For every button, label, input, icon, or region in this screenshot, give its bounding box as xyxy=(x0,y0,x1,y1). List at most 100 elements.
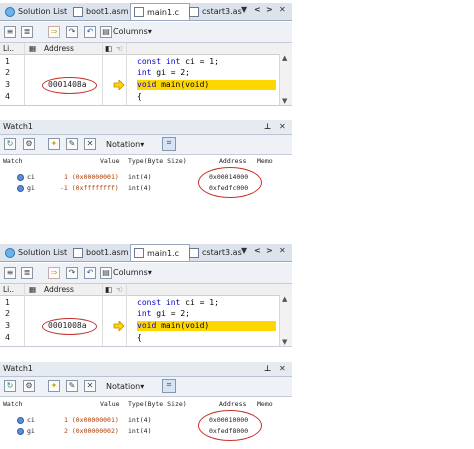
watch-title: Watch1 xyxy=(3,364,33,373)
view-mixed-icon[interactable]: ≣ xyxy=(21,267,33,279)
columns-button[interactable]: Columns▾ xyxy=(113,27,152,36)
address-annotation-circle xyxy=(198,167,262,198)
go-arrow-icon[interactable]: ⇒ xyxy=(48,26,60,38)
tab-main1-c[interactable]: main1.c xyxy=(130,3,190,20)
breakpoint-column-icon: ◧ xyxy=(105,44,113,53)
column-header-memo: Memo xyxy=(257,400,273,408)
scroll-up-icon[interactable]: ▲ xyxy=(282,54,287,62)
editor-scrollbar[interactable]: ▲ ▼ xyxy=(279,54,292,105)
column-header-watch: Watch xyxy=(3,400,23,408)
delete-icon[interactable]: ✕ xyxy=(84,138,96,150)
tab-prev-icon[interactable]: < xyxy=(254,246,261,255)
pin-icon[interactable]: ⊥ xyxy=(264,122,271,131)
code-line-3: void main(void) xyxy=(137,321,210,330)
tab-close-icon[interactable]: ✕ xyxy=(279,5,286,14)
variable-icon xyxy=(17,417,24,424)
view-mixed-icon[interactable]: ≣ xyxy=(21,26,33,38)
tab-next-icon[interactable]: > xyxy=(266,5,273,14)
hex-toggle-icon[interactable]: ⌗ xyxy=(162,137,176,151)
undo-icon[interactable]: ↶ xyxy=(84,267,96,279)
code-line-4: { xyxy=(137,92,142,101)
tab-cstart3[interactable]: cstart3.asr xyxy=(186,245,242,260)
columns-icon[interactable]: ▤ xyxy=(100,267,112,279)
delete-icon[interactable]: ✕ xyxy=(84,380,96,392)
breakpoint-column-icon: ◧ xyxy=(105,285,113,294)
editor-column-header: Li.. ▦ Address ◧ ☜ xyxy=(0,43,292,55)
line-number: 1 xyxy=(5,298,11,307)
column-header-type: Type(Byte Size) xyxy=(128,157,187,165)
line-column-header: Li.. xyxy=(3,44,15,53)
tab-boot1-asm[interactable]: boot1.asm xyxy=(70,245,134,260)
columns-button[interactable]: Columns▾ xyxy=(113,268,152,277)
scroll-down-icon[interactable]: ▼ xyxy=(282,338,287,346)
line-number: 2 xyxy=(5,68,11,77)
tab-solution-list[interactable]: Solution List xyxy=(2,4,70,19)
tab-cstart3[interactable]: cstart3.asr xyxy=(186,4,242,19)
undo-icon[interactable]: ↶ xyxy=(84,26,96,38)
column-header-value: Value xyxy=(100,400,120,408)
editor-scrollbar[interactable]: ▲ ▼ xyxy=(279,295,292,346)
address-annotation-circle xyxy=(42,318,97,335)
notation-button[interactable]: Notation▾ xyxy=(106,382,144,391)
view-source-icon[interactable]: ≡ xyxy=(4,267,16,279)
column-header-address: Address xyxy=(219,400,247,408)
watch-title-bar: Watch1 ⊥ ✕ xyxy=(0,362,292,377)
columns-icon[interactable]: ▤ xyxy=(100,26,112,38)
scroll-up-icon[interactable]: ▲ xyxy=(282,295,287,303)
file-icon xyxy=(73,6,83,17)
auto-update-icon[interactable]: ⚙ xyxy=(23,380,35,392)
source-editor[interactable]: Li.. ▦ Address ◧ ☜ 1 2 3 4 0001008a cons… xyxy=(0,284,292,347)
pin-icon[interactable]: ⊥ xyxy=(264,364,271,373)
edit-watch-icon[interactable]: ✎ xyxy=(66,138,78,150)
column-header-value: Value xyxy=(100,157,120,165)
hex-toggle-icon[interactable]: ⌗ xyxy=(162,379,176,393)
auto-update-icon[interactable]: ⚙ xyxy=(23,138,35,150)
tab-dropdown-icon[interactable]: ▼ xyxy=(241,246,247,255)
watch-close-icon[interactable]: ✕ xyxy=(279,364,286,373)
pc-column-icon: ☜ xyxy=(116,285,123,294)
solution-icon xyxy=(5,247,15,258)
line-number: 4 xyxy=(5,92,11,101)
redo-icon[interactable]: ↷ xyxy=(66,26,78,38)
watch-close-icon[interactable]: ✕ xyxy=(279,122,286,131)
address-annotation-circle xyxy=(42,77,97,94)
watch-title-bar: Watch1 ⊥ ✕ xyxy=(0,120,292,135)
watch-toolbar: ↻ ⚙ ✦ ✎ ✕ Notation▾ ⌗ xyxy=(0,377,292,397)
grid-icon: ▦ xyxy=(29,285,37,294)
file-icon xyxy=(134,248,144,258)
add-watch-icon[interactable]: ✦ xyxy=(48,380,60,392)
solution-icon xyxy=(5,6,15,17)
code-line-2: int gi = 2; xyxy=(137,309,190,318)
go-arrow-icon[interactable]: ⇒ xyxy=(48,267,60,279)
column-header-type: Type(Byte Size) xyxy=(128,400,187,408)
file-icon xyxy=(189,6,199,17)
refresh-icon[interactable]: ↻ xyxy=(4,380,16,392)
editor-toolbar: ≡ ≣ ⇒ ↷ ↶ ▤ Columns▾ xyxy=(0,22,292,43)
address-column-header: Address xyxy=(44,44,74,53)
address-column-header: Address xyxy=(44,285,74,294)
tab-dropdown-icon[interactable]: ▼ xyxy=(241,5,247,14)
editor-tab-bar: Solution List boot1.asm main1.c cstart3.… xyxy=(0,3,292,21)
add-watch-icon[interactable]: ✦ xyxy=(48,138,60,150)
redo-icon[interactable]: ↷ xyxy=(66,267,78,279)
tab-boot1-asm[interactable]: boot1.asm xyxy=(70,4,134,19)
tab-close-icon[interactable]: ✕ xyxy=(279,246,286,255)
tab-solution-list[interactable]: Solution List xyxy=(2,245,70,260)
view-source-icon[interactable]: ≡ xyxy=(4,26,16,38)
program-counter-arrow-icon xyxy=(113,80,125,90)
file-icon xyxy=(73,247,83,258)
source-editor[interactable]: Li.. ▦ Address ◧ ☜ 1 2 3 4 0001408a cons… xyxy=(0,43,292,106)
scroll-down-icon[interactable]: ▼ xyxy=(282,97,287,105)
refresh-icon[interactable]: ↻ xyxy=(4,138,16,150)
code-line-4: { xyxy=(137,333,142,342)
line-number: 2 xyxy=(5,309,11,318)
edit-watch-icon[interactable]: ✎ xyxy=(66,380,78,392)
tab-next-icon[interactable]: > xyxy=(266,246,273,255)
tab-main1-c[interactable]: main1.c xyxy=(130,244,190,261)
line-number: 3 xyxy=(5,321,11,330)
notation-button[interactable]: Notation▾ xyxy=(106,140,144,149)
editor-column-header: Li.. ▦ Address ◧ ☜ xyxy=(0,284,292,296)
watch-title: Watch1 xyxy=(3,122,33,131)
tab-prev-icon[interactable]: < xyxy=(254,5,261,14)
editor-tab-bar: Solution List boot1.asm main1.c cstart3.… xyxy=(0,244,292,262)
